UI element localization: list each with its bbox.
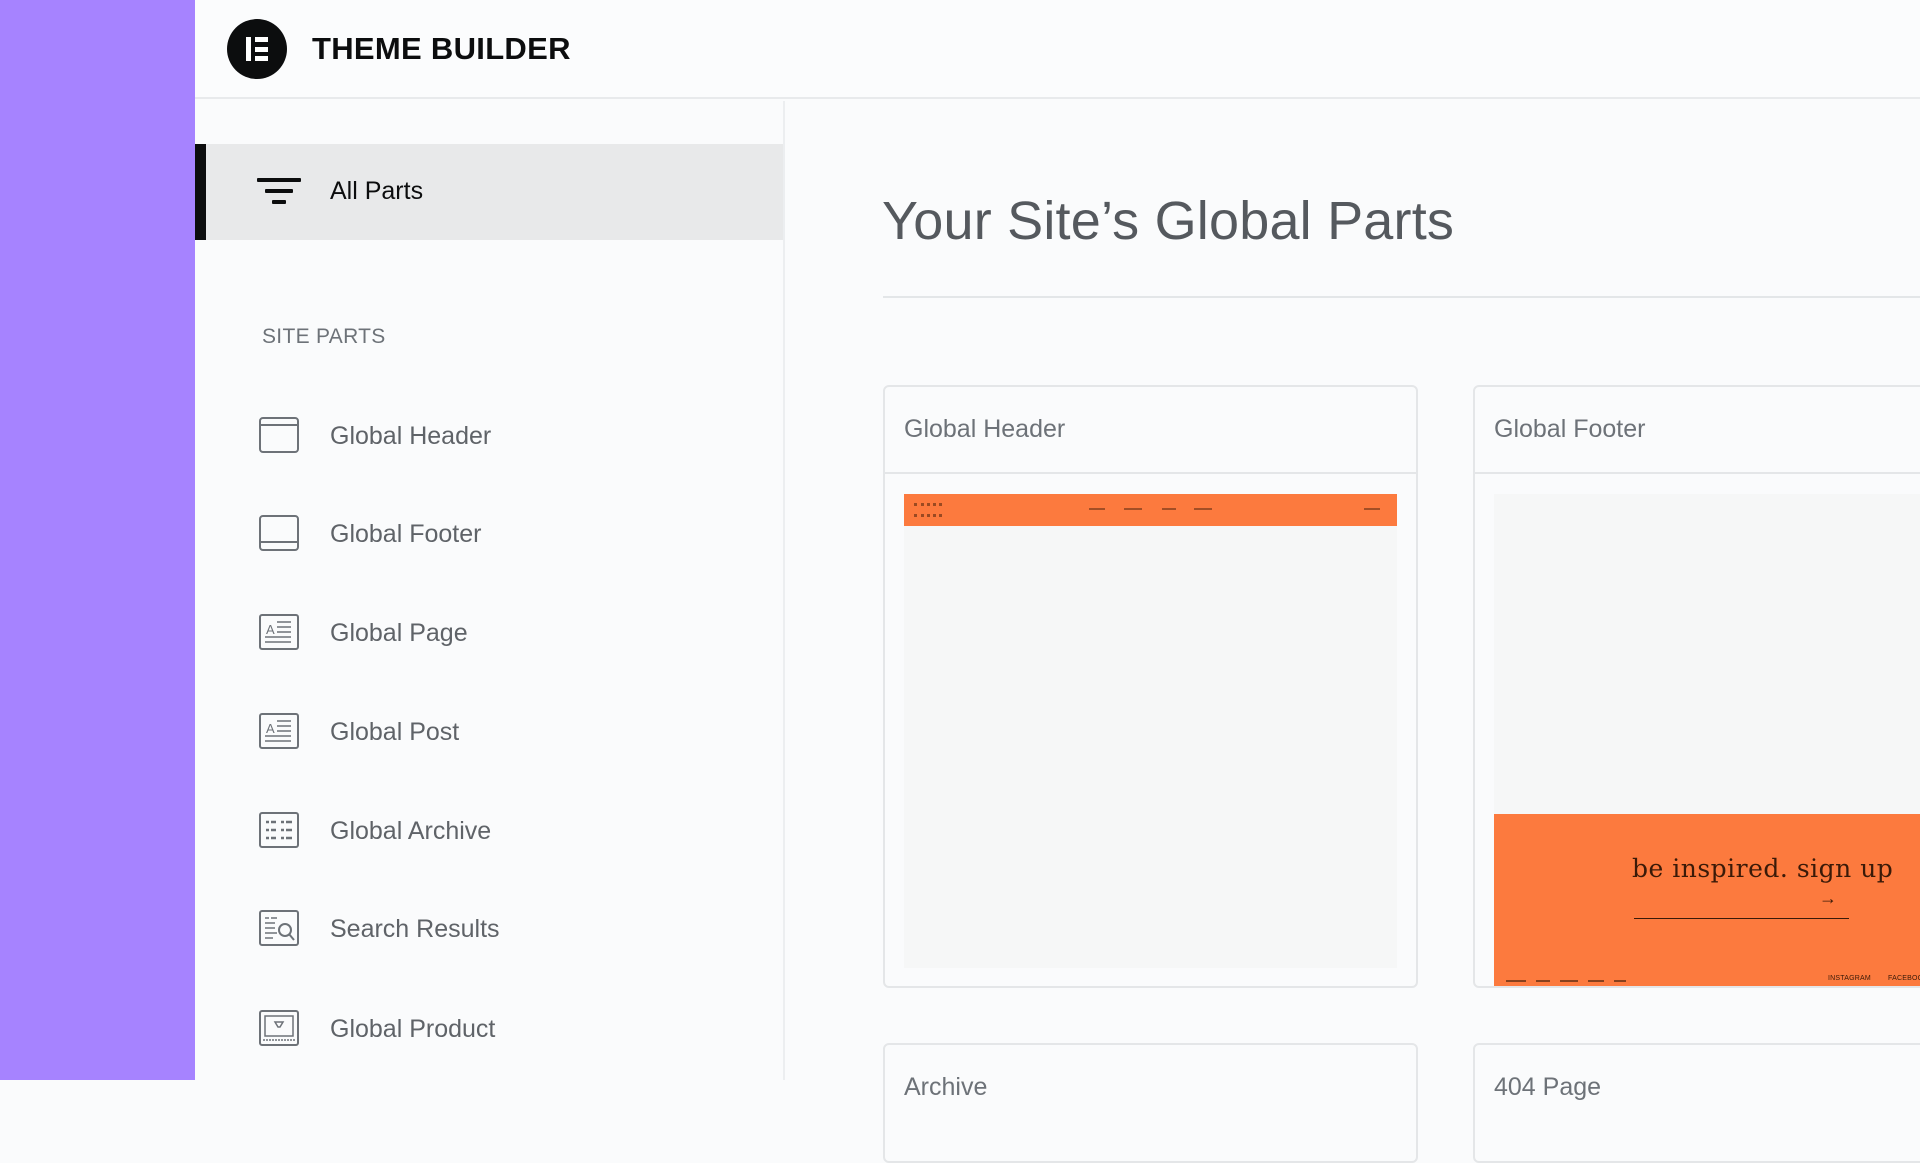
section-label-site-parts: SITE PARTS (262, 325, 386, 348)
sidebar: All Parts SITE PARTS Global Header Globa… (195, 101, 785, 1080)
app-title: THEME BUILDER (312, 31, 571, 66)
preview-input-line (1634, 918, 1849, 919)
preview-nav-link (1506, 980, 1526, 982)
arrow-right-icon: → (1819, 888, 1837, 908)
sidebar-item-global-archive[interactable]: Global Archive (195, 796, 783, 866)
footer-layout-icon (259, 515, 299, 551)
post-icon: A (259, 713, 299, 749)
preview-nav-link (1089, 508, 1105, 510)
part-card-404-page[interactable]: 404 Page (1473, 1043, 1920, 1163)
card-title: Global Header (904, 415, 1066, 443)
preview-nav-link (1364, 508, 1380, 510)
top-bar: THEME BUILDER (195, 0, 1920, 99)
sidebar-item-label: Global Page (330, 619, 468, 647)
product-icon (259, 1010, 299, 1046)
preview-social-link: FACEBOOK (1888, 975, 1920, 982)
elementor-logo-icon (227, 19, 287, 79)
sidebar-item-global-product[interactable]: Global Product (195, 994, 783, 1064)
preview-social-link: INSTAGRAM (1828, 975, 1871, 982)
sidebar-item-global-page[interactable]: A Global Page (195, 598, 783, 668)
preview-footer-block: be inspired. sign up → INSTAGRAM FACEBOO… (1494, 814, 1920, 986)
preview-nav-link (1162, 508, 1176, 510)
svg-text:A: A (266, 622, 275, 637)
preview-nav-link (1588, 980, 1604, 982)
filter-icon (257, 178, 301, 208)
sidebar-item-all-parts[interactable]: All Parts (195, 144, 783, 240)
archive-icon (259, 812, 299, 848)
preview-logo (914, 503, 942, 517)
sidebar-item-global-header[interactable]: Global Header (195, 401, 783, 471)
card-title: Global Footer (1494, 415, 1646, 443)
sidebar-item-label: Global Archive (330, 817, 492, 845)
preview-nav-link (1124, 508, 1142, 510)
header-layout-icon (259, 417, 299, 453)
sidebar-item-global-footer[interactable]: Global Footer (195, 499, 783, 569)
preview-nav-link (1614, 980, 1626, 982)
active-indicator (195, 144, 206, 240)
title-divider (883, 296, 1920, 298)
sidebar-item-label: Search Results (330, 915, 500, 943)
svg-text:A: A (266, 721, 275, 736)
sidebar-item-label: Global Product (330, 1015, 496, 1043)
sidebar-item-label: Global Footer (330, 520, 482, 548)
part-card-global-header[interactable]: Global Header (883, 385, 1418, 988)
sidebar-item-global-post[interactable]: A Global Post (195, 697, 783, 767)
card-divider (885, 472, 1416, 474)
left-rail (0, 0, 195, 1080)
preview-nav-link (1560, 980, 1578, 982)
card-title: 404 Page (1494, 1073, 1602, 1101)
preview-header-bar (904, 494, 1397, 526)
part-card-archive[interactable]: Archive (883, 1043, 1418, 1163)
search-results-icon (259, 910, 299, 946)
sidebar-item-label: Global Header (330, 422, 492, 450)
template-preview[interactable]: be inspired. sign up → INSTAGRAM FACEBOO… (1494, 494, 1920, 986)
sidebar-item-label: Global Post (330, 718, 460, 746)
card-divider (1475, 472, 1920, 474)
part-card-global-footer[interactable]: Global Footer be inspired. sign up → INS… (1473, 385, 1920, 988)
page-icon: A (259, 614, 299, 650)
page-title: Your Site’s Global Parts (882, 191, 1455, 251)
preview-nav-link (1536, 980, 1550, 982)
preview-nav-link (1194, 508, 1212, 510)
card-title: Archive (904, 1073, 988, 1101)
template-preview[interactable] (904, 494, 1397, 968)
sidebar-item-label: All Parts (330, 177, 424, 205)
sidebar-item-search-results[interactable]: Search Results (195, 894, 783, 964)
preview-tagline: be inspired. sign up (1632, 854, 1894, 883)
